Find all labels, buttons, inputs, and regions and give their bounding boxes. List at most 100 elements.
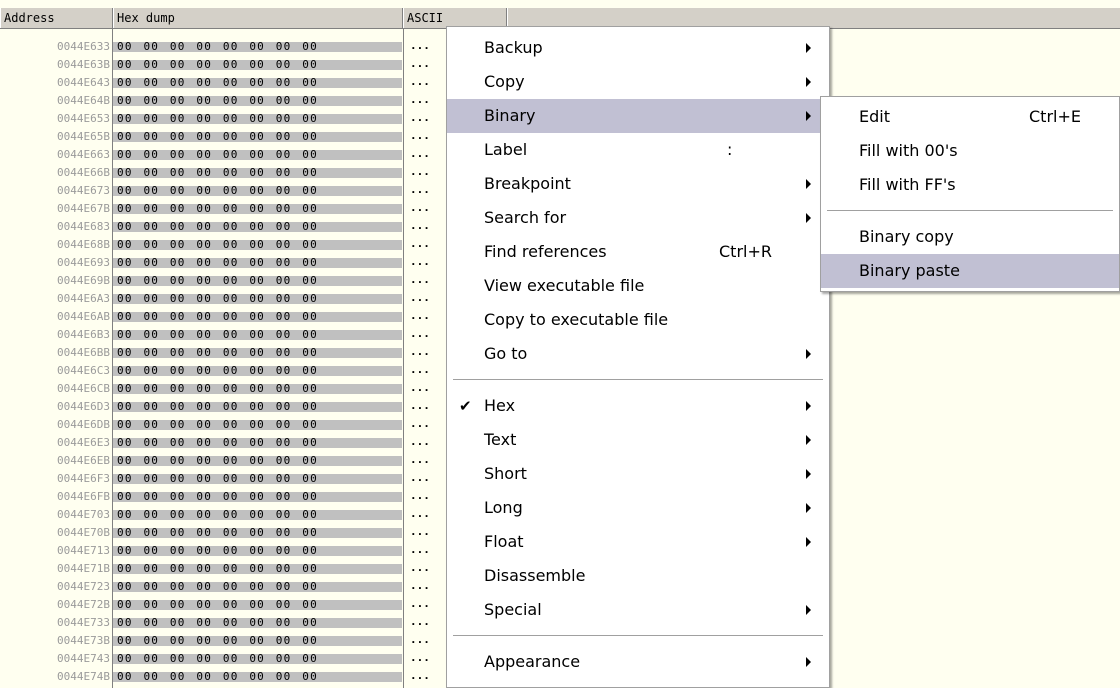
dump-row[interactable]: 0044E6D3 00 00 00 00 00 00 00 00... (0, 402, 520, 412)
dump-row[interactable]: 0044E733 00 00 00 00 00 00 00 00... (0, 618, 520, 628)
submenu-arrow-icon (806, 503, 811, 513)
menu-item-short[interactable]: Short (447, 457, 829, 491)
column-header-ascii[interactable]: ASCII (403, 8, 507, 28)
submenu-item-binary-copy[interactable]: Binary copy (821, 220, 1119, 254)
dump-row[interactable]: 0044E67B 00 00 00 00 00 00 00 00... (0, 204, 520, 214)
row-ascii: ... (410, 366, 430, 376)
column-header-hex-dump[interactable]: Hex dump (113, 8, 403, 28)
dump-row[interactable]: 0044E69B 00 00 00 00 00 00 00 00... (0, 276, 520, 286)
submenu-item-binary-paste[interactable]: Binary paste (821, 254, 1119, 288)
row-ascii: ... (410, 474, 430, 484)
row-ascii: ... (410, 276, 430, 286)
menu-item-label: Appearance (484, 652, 581, 671)
menu-item-hex[interactable]: ✔ Hex (447, 389, 829, 423)
menu-item-label: Binary paste (859, 261, 960, 280)
menu-item-text[interactable]: Text (447, 423, 829, 457)
menu-item-copy[interactable]: Copy (447, 65, 829, 99)
menu-item-label[interactable]: Label: (447, 133, 829, 167)
row-ascii: ... (410, 240, 430, 250)
row-hex-bytes: 00 00 00 00 00 00 00 00 (113, 78, 402, 88)
dump-row[interactable]: 0044E6CB 00 00 00 00 00 00 00 00... (0, 384, 520, 394)
row-address: 0044E733 (57, 618, 110, 628)
row-hex-bytes: 00 00 00 00 00 00 00 00 (113, 312, 402, 322)
row-ascii: ... (410, 672, 430, 682)
menu-item-copy-to-executable-file[interactable]: Copy to executable file (447, 303, 829, 337)
row-ascii: ... (410, 186, 430, 196)
dump-row[interactable]: 0044E68B 00 00 00 00 00 00 00 00... (0, 240, 520, 250)
dump-row[interactable]: 0044E633 00 00 00 00 00 00 00 00... (0, 42, 520, 52)
menu-item-long[interactable]: Long (447, 491, 829, 525)
dump-row[interactable]: 0044E71B 00 00 00 00 00 00 00 00... (0, 564, 520, 574)
row-ascii: ... (410, 330, 430, 340)
dump-row[interactable]: 0044E65B 00 00 00 00 00 00 00 00... (0, 132, 520, 142)
menu-item-disassemble[interactable]: Disassemble (447, 559, 829, 593)
dump-row[interactable]: 0044E66B 00 00 00 00 00 00 00 00... (0, 168, 520, 178)
dump-row[interactable]: 0044E643 00 00 00 00 00 00 00 00... (0, 78, 520, 88)
row-ascii: ... (410, 438, 430, 448)
menu-item-backup[interactable]: Backup (447, 31, 829, 65)
dump-row[interactable]: 0044E693 00 00 00 00 00 00 00 00... (0, 258, 520, 268)
dump-row[interactable]: 0044E653 00 00 00 00 00 00 00 00... (0, 114, 520, 124)
row-address: 0044E6DB (57, 420, 110, 430)
dump-row[interactable]: 0044E6DB 00 00 00 00 00 00 00 00... (0, 420, 520, 430)
dump-row[interactable]: 0044E70B 00 00 00 00 00 00 00 00... (0, 528, 520, 538)
dump-row[interactable]: 0044E6EB 00 00 00 00 00 00 00 00... (0, 456, 520, 466)
dump-row[interactable]: 0044E6AB 00 00 00 00 00 00 00 00... (0, 312, 520, 322)
menu-separator (453, 635, 823, 636)
row-hex-bytes: 00 00 00 00 00 00 00 00 (113, 636, 402, 646)
submenu-item-fill-with-00-s[interactable]: Fill with 00's (821, 134, 1119, 168)
dump-row[interactable]: 0044E6A3 00 00 00 00 00 00 00 00... (0, 294, 520, 304)
menu-item-label: Hex (484, 396, 516, 415)
menu-item-label: Text (484, 430, 517, 449)
dump-row[interactable]: 0044E673 00 00 00 00 00 00 00 00... (0, 186, 520, 196)
menu-item-label: Breakpoint (484, 174, 571, 193)
menu-item-appearance[interactable]: Appearance (447, 645, 829, 679)
menu-item-binary[interactable]: Binary (447, 99, 829, 133)
checkmark-icon: ✔ (459, 397, 472, 415)
dump-row[interactable]: 0044E6FB 00 00 00 00 00 00 00 00... (0, 492, 520, 502)
dump-row[interactable]: 0044E663 00 00 00 00 00 00 00 00... (0, 150, 520, 160)
row-ascii: ... (410, 312, 430, 322)
submenu-item-fill-with-ff-s[interactable]: Fill with FF's (821, 168, 1119, 202)
dump-row[interactable]: 0044E74B 00 00 00 00 00 00 00 00... (0, 672, 520, 682)
column-header-address[interactable]: Address (0, 8, 113, 28)
dump-row[interactable]: 0044E72B 00 00 00 00 00 00 00 00... (0, 600, 520, 610)
row-hex-bytes: 00 00 00 00 00 00 00 00 (113, 186, 402, 196)
row-address: 0044E6FB (57, 492, 110, 502)
row-hex-bytes: 00 00 00 00 00 00 00 00 (113, 438, 402, 448)
dump-row[interactable]: 0044E6B3 00 00 00 00 00 00 00 00... (0, 330, 520, 340)
row-ascii: ... (410, 564, 430, 574)
dump-row[interactable]: 0044E6F3 00 00 00 00 00 00 00 00... (0, 474, 520, 484)
menu-item-find-references[interactable]: Find references Ctrl+R (447, 235, 829, 269)
row-hex-bytes: 00 00 00 00 00 00 00 00 (113, 510, 402, 520)
row-hex-bytes: 00 00 00 00 00 00 00 00 (113, 420, 402, 430)
row-address: 0044E633 (57, 42, 110, 52)
menu-item-search-for[interactable]: Search for (447, 201, 829, 235)
row-address: 0044E693 (57, 258, 110, 268)
dump-row[interactable]: 0044E743 00 00 00 00 00 00 00 00... (0, 654, 520, 664)
menu-item-float[interactable]: Float (447, 525, 829, 559)
dump-row[interactable]: 0044E6C3 00 00 00 00 00 00 00 00... (0, 366, 520, 376)
dump-row[interactable]: 0044E6E3 00 00 00 00 00 00 00 00... (0, 438, 520, 448)
dump-row[interactable]: 0044E63B 00 00 00 00 00 00 00 00... (0, 60, 520, 70)
dump-row[interactable]: 0044E73B 00 00 00 00 00 00 00 00... (0, 636, 520, 646)
menu-item-label: Special (484, 600, 542, 619)
dump-row[interactable]: 0044E64B 00 00 00 00 00 00 00 00... (0, 96, 520, 106)
dump-row[interactable]: 0044E683 00 00 00 00 00 00 00 00... (0, 222, 520, 232)
row-address: 0044E6A3 (57, 294, 110, 304)
row-hex-bytes: 00 00 00 00 00 00 00 00 (113, 42, 402, 52)
row-ascii: ... (410, 600, 430, 610)
menu-item-special[interactable]: Special (447, 593, 829, 627)
row-ascii: ... (410, 402, 430, 412)
dump-row[interactable]: 0044E703 00 00 00 00 00 00 00 00... (0, 510, 520, 520)
dump-row[interactable]: 0044E713 00 00 00 00 00 00 00 00... (0, 546, 520, 556)
row-hex-bytes: 00 00 00 00 00 00 00 00 (113, 456, 402, 466)
row-ascii: ... (410, 618, 430, 628)
menu-item-go-to[interactable]: Go to (447, 337, 829, 371)
dump-row[interactable]: 0044E723 00 00 00 00 00 00 00 00... (0, 582, 520, 592)
dump-row[interactable]: 0044E6BB 00 00 00 00 00 00 00 00... (0, 348, 520, 358)
menu-item-view-executable-file[interactable]: View executable file (447, 269, 829, 303)
row-ascii: ... (410, 510, 430, 520)
menu-item-breakpoint[interactable]: Breakpoint (447, 167, 829, 201)
submenu-item-edit[interactable]: Edit Ctrl+E (821, 100, 1119, 134)
